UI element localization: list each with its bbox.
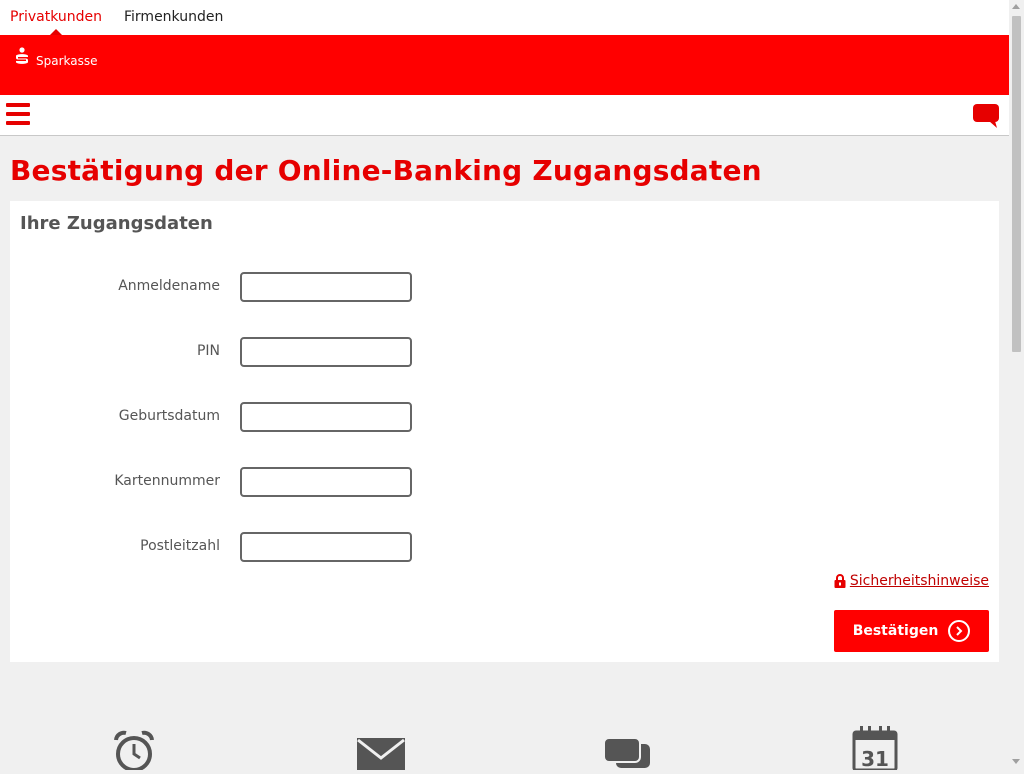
alarm-clock-icon[interactable]: [112, 730, 156, 774]
postleitzahl-label: Postleitzahl: [140, 538, 220, 554]
sparkasse-s-icon: [16, 47, 28, 64]
credentials-panel: Ihre Zugangsdaten Anmeldename PIN Geburt…: [10, 201, 999, 662]
brand-name: Sparkasse: [36, 54, 98, 68]
chevron-right-icon: [948, 620, 971, 642]
confirm-button-label: Bestätigen: [852, 623, 939, 639]
security-link-label: Sicherheitshinweise: [849, 573, 989, 589]
anmeldename-label: Anmeldename: [118, 278, 220, 294]
scroll-up-arrow[interactable]: [1012, 4, 1020, 9]
scroll-thumb[interactable]: [1012, 16, 1021, 352]
panel-title: Ihre Zugangsdaten: [20, 213, 213, 234]
postleitzahl-input[interactable]: [240, 532, 412, 562]
form-row-pin: PIN: [10, 337, 430, 367]
kartennummer-input[interactable]: [240, 467, 412, 497]
form-row-anmeldename: Anmeldename: [10, 272, 430, 302]
security-notes-link[interactable]: Sicherheitshinweise: [834, 573, 989, 589]
form-row-kartennummer: Kartennummer: [10, 467, 430, 497]
page-title: Bestätigung der Online-Banking Zugangsda…: [10, 154, 762, 187]
pin-label: PIN: [196, 343, 220, 359]
geburtsdatum-label: Geburtsdatum: [118, 408, 220, 424]
customer-type-tabs: Privatkunden Firmenkunden: [0, 0, 1009, 35]
hamburger-icon[interactable]: [6, 103, 30, 127]
vertical-scrollbar[interactable]: [1009, 0, 1024, 768]
form-row-geburtsdatum: Geburtsdatum: [10, 402, 430, 432]
confirm-button[interactable]: Bestätigen: [834, 610, 989, 652]
form-row-postleitzahl: Postleitzahl: [10, 532, 430, 562]
calendar-day-text: 31: [861, 747, 889, 770]
nav-bar: [0, 95, 1009, 136]
sparkasse-logo[interactable]: Sparkasse: [14, 47, 98, 68]
anmeldename-input[interactable]: [240, 272, 412, 302]
lock-icon: [834, 574, 846, 588]
tab-firmenkunden[interactable]: Firmenkunden: [124, 0, 223, 35]
pin-input[interactable]: [240, 337, 412, 367]
chat-bubble-icon[interactable]: [973, 104, 999, 132]
kartennummer-label: Kartennummer: [114, 473, 220, 489]
scroll-down-arrow[interactable]: [1012, 759, 1020, 764]
envelope-icon[interactable]: [357, 738, 405, 774]
tab-privatkunden[interactable]: Privatkunden: [10, 0, 102, 35]
page: Privatkunden Firmenkunden Sparkasse Best…: [0, 0, 1009, 772]
geburtsdatum-input[interactable]: [240, 402, 412, 432]
calendar-icon[interactable]: 31: [852, 726, 898, 774]
brand-bar: Sparkasse: [0, 35, 1009, 95]
chat-bubbles-icon[interactable]: [603, 737, 652, 774]
